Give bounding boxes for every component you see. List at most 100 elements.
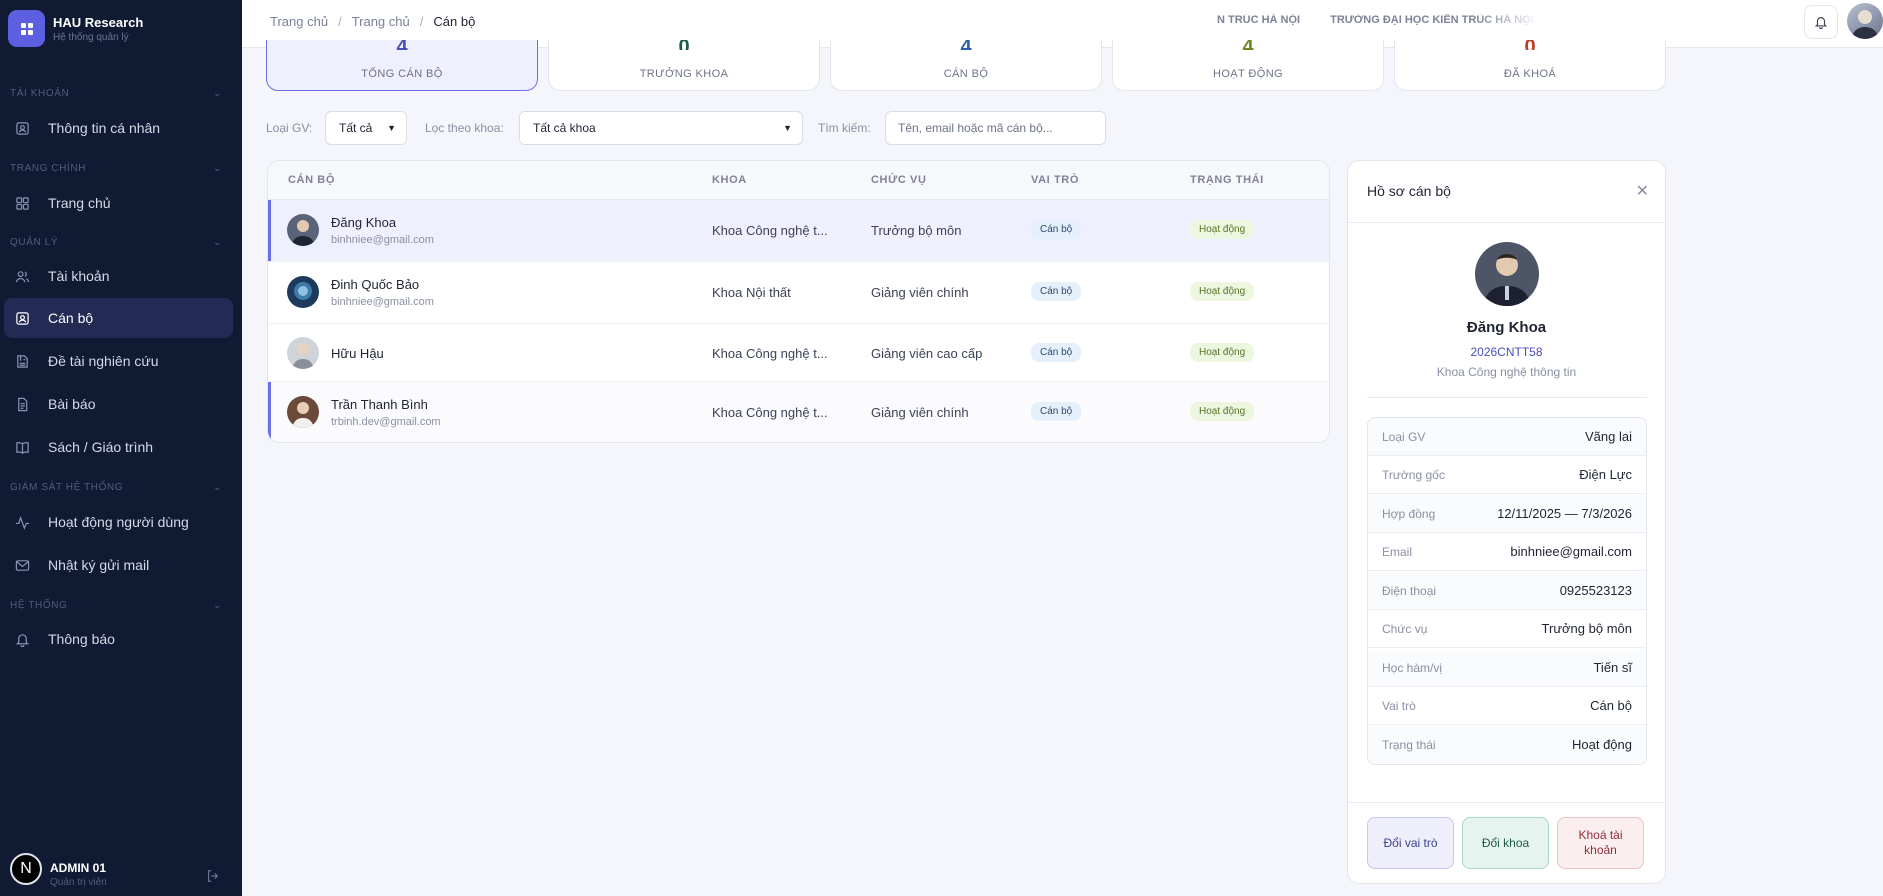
column-header[interactable]: VAI TRÒ (1031, 174, 1079, 186)
sidebar-item-label: Đề tài nghiên cứu (48, 353, 159, 369)
column-header[interactable]: CÁN BỘ (288, 174, 335, 186)
status-badge: Hoạt động (1190, 220, 1255, 239)
notification-button[interactable] (1804, 5, 1838, 39)
users-icon (14, 268, 30, 284)
chevron-down-icon: ▼ (387, 123, 396, 133)
stat-card-heads[interactable]: 0 TRƯỞNG KHOA (548, 40, 820, 91)
status-badge: Hoạt động (1190, 402, 1255, 421)
filter-type-select[interactable]: Tất cả ▼ (325, 111, 407, 145)
chevron-down-icon: ⌄ (213, 88, 222, 99)
info-key: Email (1382, 545, 1413, 559)
user-role: Quản trị viên (50, 877, 107, 888)
marquee-text: N TRÚC HÀ NỘI (1217, 14, 1301, 26)
breadcrumb-separator: / (419, 14, 424, 29)
change-department-button[interactable]: Đổi khoa (1462, 817, 1549, 869)
breadcrumb: Trang chủ / Trang chủ / Cán bộ (270, 14, 475, 29)
info-row: Trạng thái Hoạt động (1368, 726, 1646, 764)
info-row: Chức vụ Trưởng bộ môn (1368, 610, 1646, 648)
close-icon[interactable]: ✕ (1636, 181, 1649, 201)
info-key: Trường gốc (1382, 468, 1445, 482)
chevron-down-icon: ⌄ (213, 163, 222, 174)
section-main[interactable]: TRANG CHÍNH ⌄ (10, 163, 222, 174)
staff-name: Hữu Hậu (331, 346, 384, 361)
breadcrumb-separator: / (338, 14, 342, 29)
change-role-button[interactable]: Đổi vai trò (1367, 817, 1454, 869)
stat-label: HOẠT ĐỘNG (1212, 68, 1283, 80)
stat-value: 4 (831, 40, 1101, 50)
sidebar-item-label: Thông báo (48, 631, 115, 647)
stat-card-staff[interactable]: 4 CÁN BỘ (830, 40, 1102, 91)
search-input[interactable]: Tên, email hoặc mã cán bộ... (885, 111, 1106, 145)
section-title: TRANG CHÍNH (10, 163, 87, 174)
column-header[interactable]: TRẠNG THÁI (1190, 174, 1264, 186)
section-system[interactable]: HỆ THỐNG ⌄ (10, 600, 222, 611)
sidebar-item-books[interactable]: Sách / Giáo trình (4, 427, 233, 467)
section-manage[interactable]: QUẢN LÝ ⌄ (10, 237, 222, 248)
avatar[interactable]: N (10, 853, 42, 885)
select-value: Tất cả (339, 121, 373, 135)
info-key: Hợp đồng (1382, 507, 1436, 521)
lock-account-button[interactable]: Khoá tài khoản (1557, 817, 1644, 869)
divider (1367, 397, 1647, 398)
info-value: 0925523123 (1559, 583, 1632, 598)
sidebar-item-accounts[interactable]: Tài khoản (4, 256, 233, 296)
info-value: Vãng lai (1585, 429, 1632, 444)
column-header[interactable]: CHỨC VỤ (871, 174, 927, 186)
section-title: HỆ THỐNG (10, 600, 68, 611)
grid-logo-icon (8, 10, 45, 47)
breadcrumb-item[interactable]: Trang chủ (352, 14, 410, 29)
bell-icon (1814, 17, 1828, 29)
info-key: Trạng thái (1382, 738, 1436, 752)
user-name: ADMIN 01 (50, 861, 107, 875)
logout-icon[interactable] (206, 869, 220, 883)
info-value: Cán bộ (1590, 698, 1632, 713)
info-row: Hợp đồng 12/11/2025 — 7/3/2026 (1368, 495, 1646, 533)
role-badge: Cán bộ (1031, 402, 1082, 421)
stat-label: ĐÃ KHOÁ (1503, 68, 1557, 80)
sidebar-item-mail-log[interactable]: Nhật ký gửi mail (4, 545, 233, 585)
stat-card-active[interactable]: 4 HOẠT ĐỘNG (1112, 40, 1384, 91)
stat-label: TỔNG CÁN BỘ (361, 68, 443, 80)
profile-info-list: Loại GV Vãng lai Trường gốc Điện Lực Hợp đ… (1367, 417, 1647, 765)
stat-card-locked[interactable]: 0 ĐÃ KHOÁ (1394, 40, 1666, 91)
sidebar-item-activity[interactable]: Hoạt động người dùng (4, 502, 233, 542)
brand[interactable]: HAU Research Hệ thống quản lý (8, 10, 143, 47)
table-row[interactable]: Trần Thanh Bình trbinh.dev@gmail.com Kho… (268, 382, 1329, 442)
staff-position: Giảng viên chính (871, 405, 969, 420)
sidebar-item-home[interactable]: Trang chủ (4, 183, 233, 223)
staff-email: trbinh.dev@gmail.com (331, 416, 441, 428)
sidebar-item-label: Hoạt động người dùng (48, 514, 189, 530)
breadcrumb-item[interactable]: Trang chủ (270, 14, 328, 29)
info-row: Trường gốc Điện Lực (1368, 456, 1646, 494)
sidebar-item-label: Bài báo (48, 396, 96, 412)
avatar (287, 214, 319, 246)
avatar (287, 396, 319, 428)
info-row: Vai trò Cán bộ (1368, 687, 1646, 725)
sidebar-item-label: Cán bộ (48, 310, 94, 326)
sidebar-item-research[interactable]: Đề tài nghiên cứu (4, 341, 233, 381)
sidebar-item-label: Tài khoản (48, 268, 110, 284)
stat-card-total[interactable]: 4 TỔNG CÁN BỘ (266, 40, 538, 91)
sidebar-item-profile[interactable]: Thông tin cá nhân (4, 108, 233, 148)
sidebar-item-notifications[interactable]: Thông báo (4, 619, 233, 659)
marquee-text: TRƯỜNG ĐẠI HỌC KIẾN TRÚC HÀ NỘI (1330, 14, 1534, 26)
staff-position: Giảng viên cao cấp (871, 346, 983, 361)
column-header[interactable]: KHOA (712, 174, 747, 186)
user-avatar[interactable] (1847, 3, 1883, 39)
brand-subtitle: Hệ thống quản lý (53, 31, 129, 43)
id-card-icon (14, 120, 30, 136)
table-row[interactable]: Hữu Hậu Khoa Công nghệ t... Giảng viên c… (268, 324, 1329, 382)
sidebar-item-articles[interactable]: Bài báo (4, 384, 233, 424)
sidebar-item-staff[interactable]: Cán bộ (4, 298, 233, 338)
info-key: Vai trò (1382, 699, 1416, 713)
table-row[interactable]: Đăng Khoa binhniee@gmail.com Khoa Công n… (268, 200, 1329, 262)
staff-position: Trưởng bộ môn (871, 223, 962, 238)
table-row[interactable]: Đinh Quốc Bảo binhniee@gmail.com Khoa Nộ… (268, 262, 1329, 324)
grid-icon (14, 195, 30, 211)
staff-table: CÁN BỘ KHOA CHỨC VỤ VAI TRÒ TRẠNG THÁI Đ… (267, 160, 1330, 443)
section-title: QUẢN LÝ (10, 237, 59, 248)
section-account[interactable]: TÀI KHOẢN ⌄ (10, 88, 222, 99)
info-value: Điện Lực (1579, 467, 1632, 482)
section-monitor[interactable]: GIÁM SÁT HỆ THỐNG ⌄ (10, 482, 222, 493)
filter-dept-select[interactable]: Tất cả khoa ▼ (519, 111, 803, 145)
